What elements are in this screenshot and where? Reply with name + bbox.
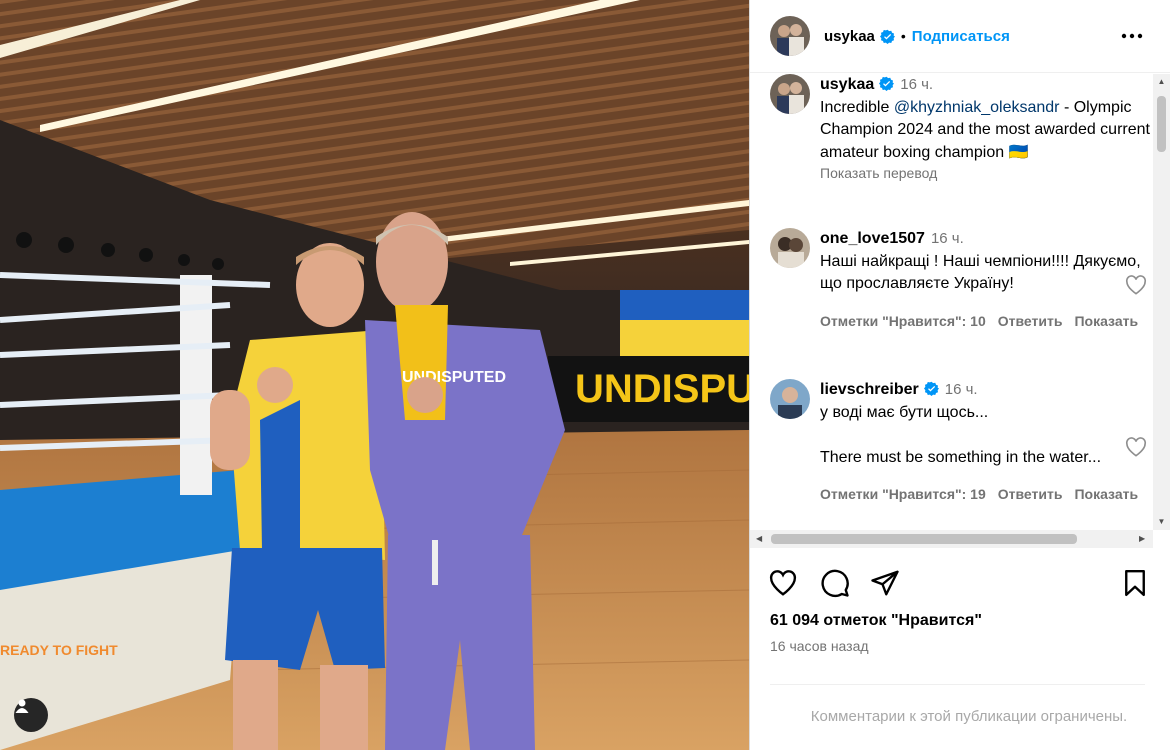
separator-dot: • — [900, 28, 906, 44]
author-avatar[interactable] — [770, 74, 810, 114]
follow-button[interactable]: Подписаться — [912, 28, 1010, 45]
comment-likes[interactable]: Отметки "Нравится": 10 — [820, 313, 986, 329]
scroll-down-arrow-icon[interactable]: ▼ — [1157, 518, 1166, 526]
comment-bubble-icon[interactable] — [820, 568, 850, 598]
comment-time[interactable]: 16 ч. — [945, 381, 978, 398]
scroll-left-arrow-icon[interactable]: ◀ — [756, 534, 764, 544]
verified-badge-icon — [879, 76, 895, 91]
save-bookmark-icon[interactable] — [1120, 568, 1150, 598]
commenter-avatar[interactable] — [770, 228, 810, 268]
scrollbar-thumb[interactable] — [1157, 96, 1166, 152]
comment-meta: Отметки "Нравится": 19 Ответить Показать — [820, 483, 1150, 506]
comment-username[interactable]: usykaa — [820, 76, 874, 93]
post-sidebar: usykaa • Подписаться usykaa 16 ч. Incred… — [749, 0, 1171, 750]
post-photo[interactable]: UNDISPU READY TO FIGHT UNDISPUTED — [0, 0, 749, 750]
translate-link[interactable]: Показать перевод — [820, 164, 1150, 182]
share-paper-plane-icon[interactable] — [870, 568, 900, 598]
reply-button[interactable]: Ответить — [998, 313, 1063, 329]
scrollbar-thumb[interactable] — [771, 534, 1077, 544]
user-icon — [15, 699, 29, 713]
post-actions: 61 094 отметок "Нравится" 16 часов назад — [750, 552, 1170, 684]
comment-time[interactable]: 16 ч. — [900, 76, 933, 93]
scroll-up-arrow-icon[interactable]: ▲ — [1157, 78, 1166, 86]
verified-badge-icon — [923, 381, 939, 396]
like-heart-icon[interactable] — [768, 568, 798, 598]
comment-username[interactable]: lievschreiber — [820, 381, 919, 398]
comment-likes[interactable]: Отметки "Нравится": 19 — [820, 486, 986, 502]
banner-text: UNDISPU — [575, 367, 749, 411]
show-replies-button[interactable]: Показать — [1074, 486, 1138, 502]
comments-list[interactable]: usykaa 16 ч. Incredible @khyzhniak_oleks… — [750, 74, 1170, 530]
comments-horizontal-scrollbar[interactable]: ◀ ▶ — [750, 530, 1153, 548]
tagged-users-button[interactable] — [14, 698, 48, 732]
show-replies-button[interactable]: Показать — [1074, 313, 1138, 329]
comment-text: Наші найкращі ! Наші чемпіони!!!! Дякуєм… — [820, 252, 1141, 293]
more-options-icon[interactable] — [1120, 26, 1144, 46]
post-header: usykaa • Подписаться — [750, 0, 1170, 73]
ring-pad-text: READY TO FIGHT — [0, 642, 118, 658]
comment-text: There must be something in the water... — [820, 448, 1102, 466]
caption-text-start: Incredible — [820, 98, 894, 116]
reply-button[interactable]: Ответить — [998, 486, 1063, 502]
comment-text: у воді має бути щось... — [820, 403, 989, 421]
comment-username[interactable]: one_love1507 — [820, 230, 925, 247]
author-username[interactable]: usykaa — [824, 28, 875, 45]
comment-time[interactable]: 16 ч. — [931, 230, 964, 247]
comment-meta: Отметки "Нравится": 10 Ответить Показать — [820, 310, 1150, 333]
post-time[interactable]: 16 часов назад — [770, 638, 869, 654]
boxing-gym-photo: UNDISPU READY TO FIGHT UNDISPUTED — [0, 0, 749, 750]
like-comment-icon[interactable] — [1125, 437, 1147, 457]
author-avatar[interactable] — [770, 16, 810, 56]
verified-badge-icon — [879, 29, 895, 44]
commenter-avatar[interactable] — [770, 379, 810, 419]
comments-restricted-note: Комментарии к этой публикации ограничены… — [810, 708, 1128, 725]
mention-link[interactable]: @khyzhniak_oleksandr — [894, 99, 1060, 116]
divider — [770, 684, 1145, 685]
like-comment-icon[interactable] — [1125, 275, 1147, 295]
scroll-right-arrow-icon[interactable]: ▶ — [1139, 534, 1147, 544]
comments-vertical-scrollbar[interactable]: ▲ ▼ — [1153, 74, 1170, 530]
likes-count[interactable]: 61 094 отметок "Нравится" — [770, 612, 982, 630]
